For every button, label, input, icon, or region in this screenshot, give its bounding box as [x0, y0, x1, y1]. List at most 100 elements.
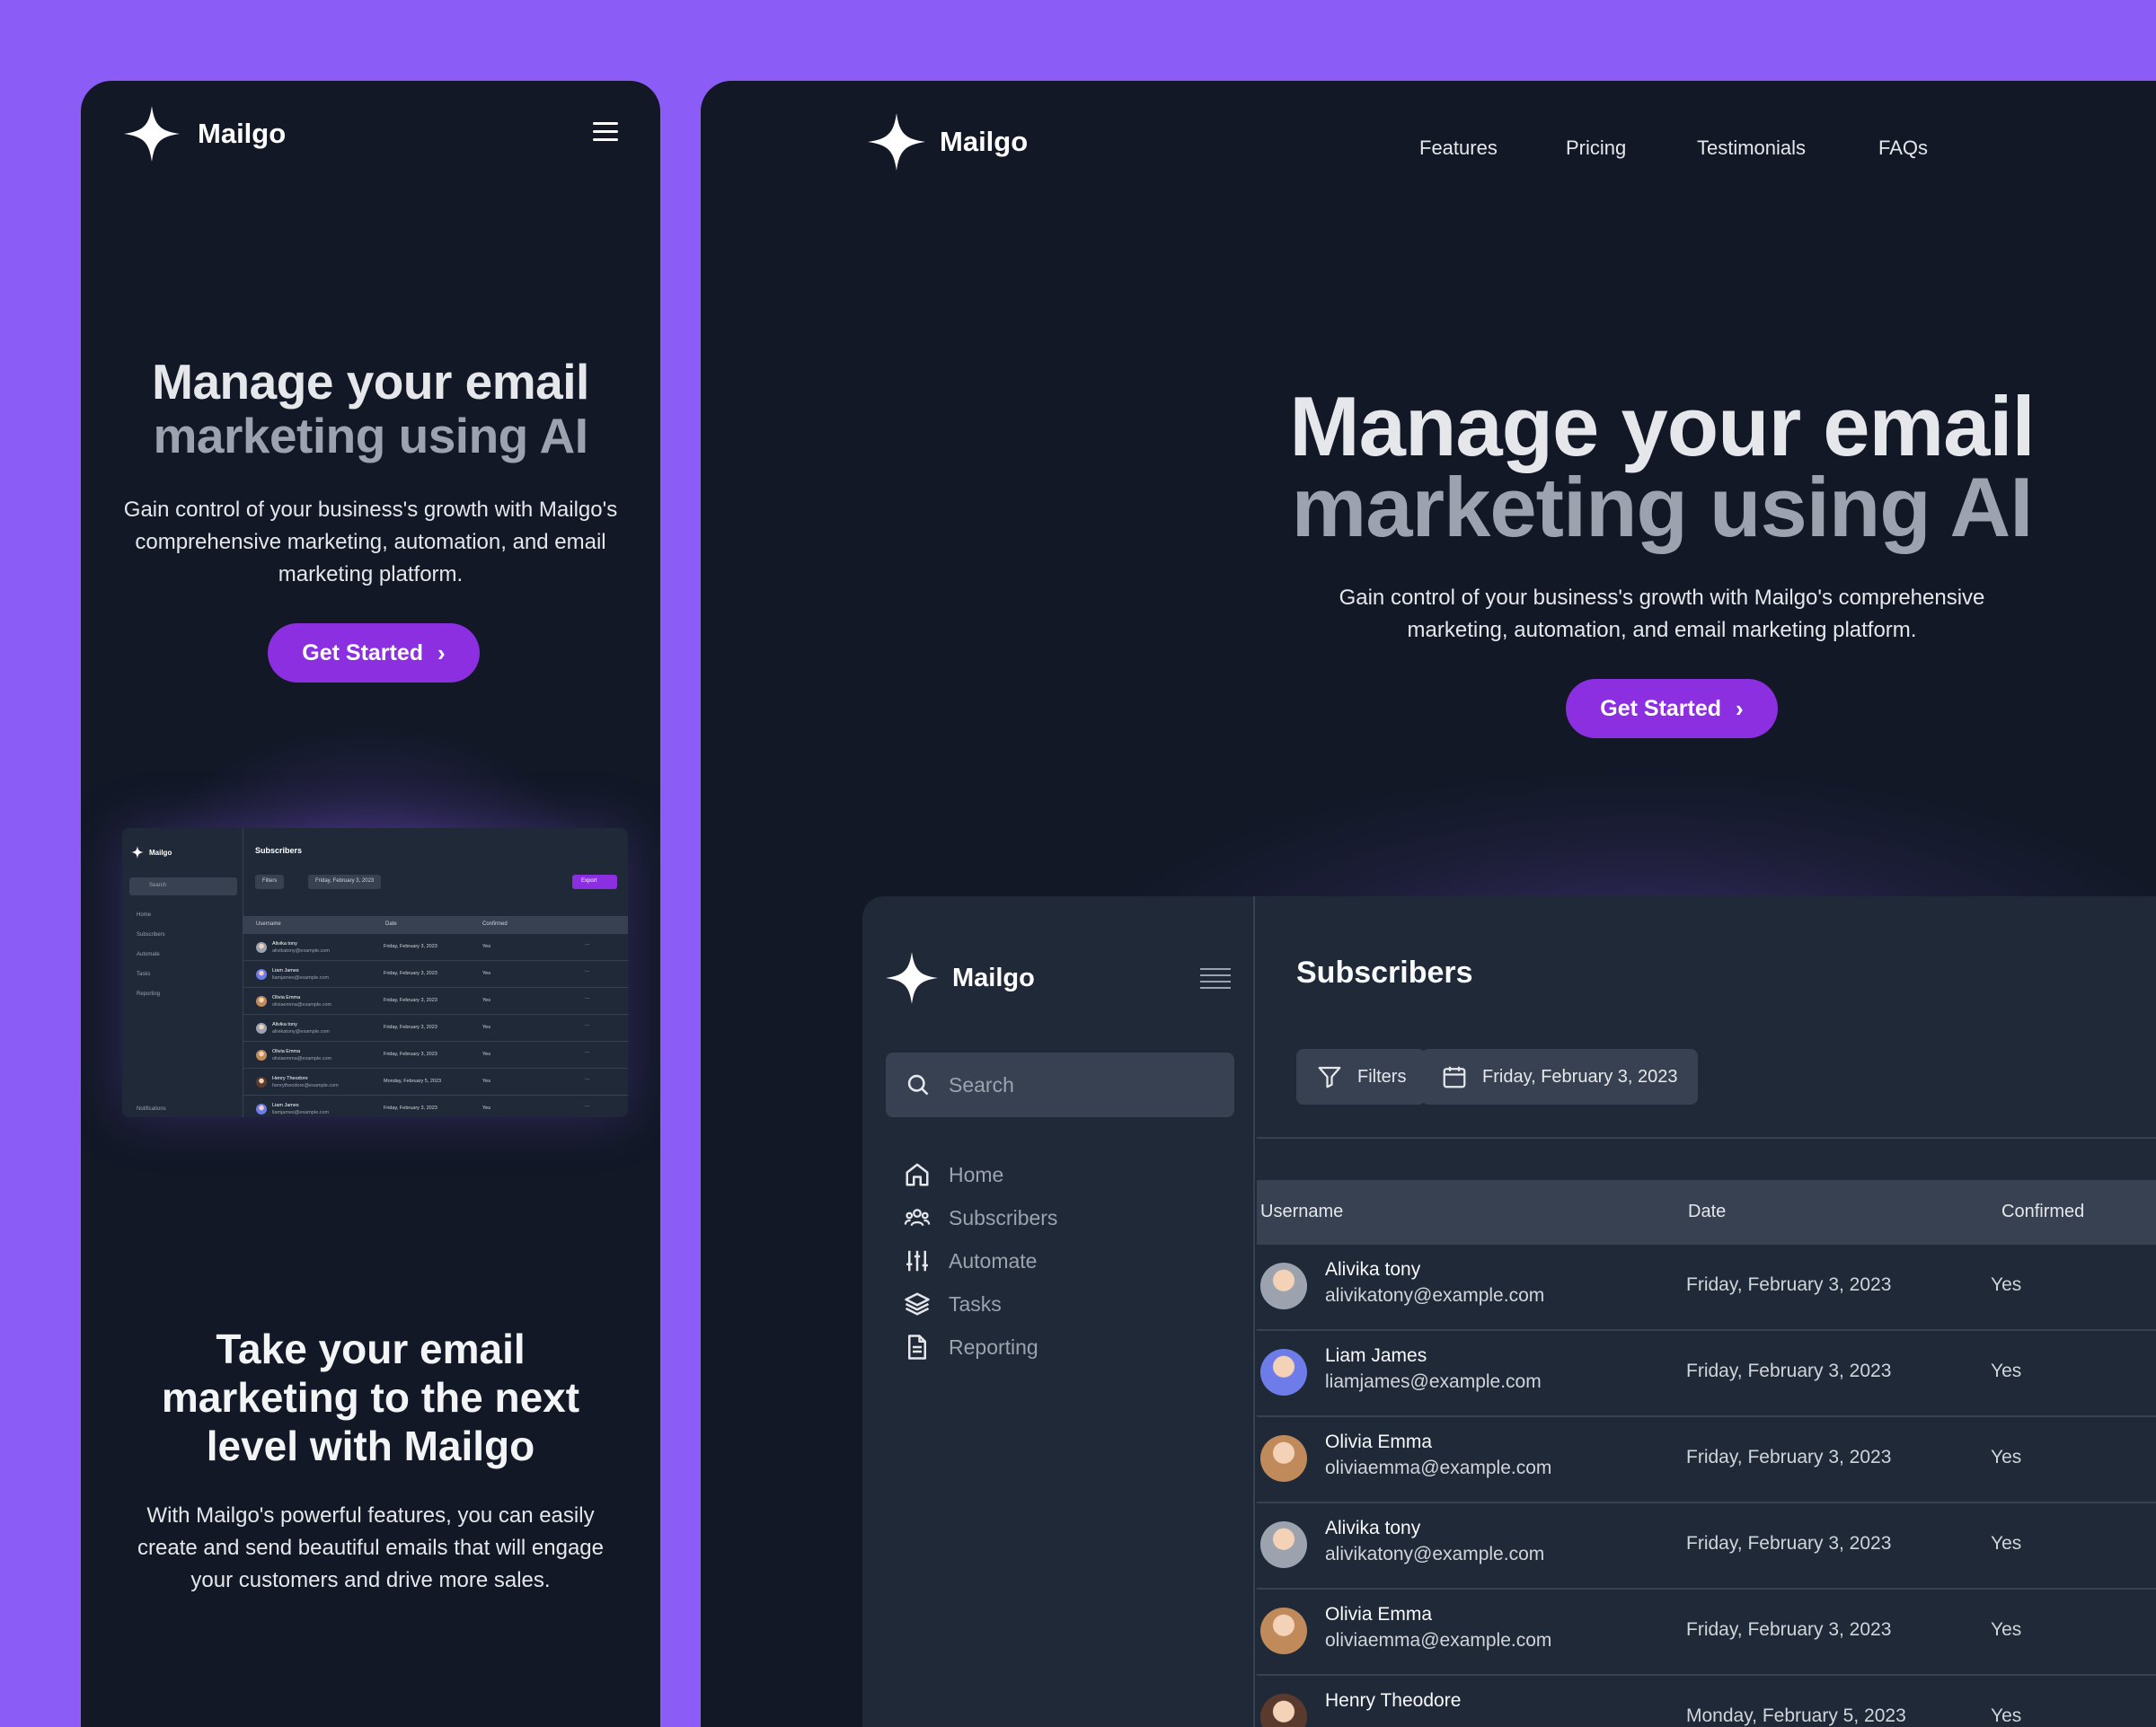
menu-icon[interactable] — [1200, 968, 1231, 990]
section-title: Take your email marketing to the next le… — [161, 1326, 580, 1469]
mobile-logo[interactable]: Mailgo — [124, 106, 286, 162]
preview-date-cell: Friday, February 3, 2023 — [384, 944, 437, 949]
nav-features[interactable]: Features — [1419, 137, 1498, 160]
filter-icon — [1318, 1066, 1341, 1088]
username: Alivika tony — [1325, 1518, 1421, 1538]
username: Alivika tony — [1325, 1259, 1421, 1280]
more-icon: ··· — [585, 1077, 590, 1082]
preview-row: Henry Theodore henrytheodore@example.com M… — [243, 1069, 628, 1096]
preview-email: henrytheodore@example.com — [272, 1083, 339, 1088]
table-row[interactable]: Liam James liamjames@example.com Friday, F… — [1257, 1331, 2156, 1417]
desktop-logo[interactable]: Mailgo — [868, 113, 1028, 171]
hero-title-line2: marketing using AI — [1291, 460, 2034, 554]
table-row[interactable]: Alivika tony alivikatony@example.com Frida… — [1257, 1245, 2156, 1331]
calendar-icon — [1443, 1066, 1466, 1088]
col-confirmed: Confirmed — [2001, 1202, 2085, 1221]
sidebar-item-reporting[interactable]: Reporting — [904, 1329, 1038, 1365]
table-row[interactable]: Henry Theodore Monday, February 5, 2023 Ye… — [1257, 1676, 2156, 1727]
preview-date-cell: Friday, February 3, 2023 — [384, 971, 437, 976]
search-icon — [907, 1074, 929, 1096]
filters-label: Filters — [1357, 1066, 1407, 1087]
preview-title: Subscribers — [255, 846, 303, 855]
document-icon — [908, 1335, 926, 1360]
hero-subtitle: Gain control of your business's growth w… — [1339, 586, 1985, 642]
date-cell: Friday, February 3, 2023 — [1686, 1619, 1892, 1640]
sparkle-logo-icon — [131, 846, 144, 859]
preview-confirmed-cell: Yes — [482, 1025, 490, 1030]
preview-nav-home: Home — [137, 912, 152, 918]
preview-col-date: Date — [385, 921, 397, 927]
preview-col-username: Username — [256, 921, 281, 927]
get-started-label: Get Started — [302, 639, 424, 665]
username: Olivia Emma — [1325, 1604, 1433, 1625]
more-icon: ··· — [585, 942, 590, 947]
preview-date-cell: Friday, February 3, 2023 — [384, 1052, 437, 1057]
preview-username: Liam James — [272, 1103, 299, 1108]
confirmed-cell: Yes — [1991, 1619, 2022, 1640]
preview-col-confirmed: Confirmed — [482, 921, 508, 927]
preview-confirmed-cell: Yes — [482, 1052, 490, 1057]
get-started-button[interactable]: Get Started › — [1566, 679, 1778, 738]
date-cell: Friday, February 3, 2023 — [1686, 1447, 1892, 1467]
app-logo[interactable]: Mailgo — [886, 952, 1035, 1004]
username: Liam James — [1325, 1345, 1427, 1366]
nav-pricing[interactable]: Pricing — [1566, 137, 1626, 160]
date-picker-button[interactable]: Friday, February 3, 2023 — [1421, 1049, 1698, 1105]
confirmed-cell: Yes — [1991, 1533, 2022, 1554]
sidebar-item-subscribers[interactable]: Subscribers — [904, 1200, 1057, 1236]
preview-nav-automate: Automate — [137, 952, 160, 957]
sidebar-item-home[interactable]: Home — [904, 1157, 1003, 1193]
preview-export: Export — [572, 875, 617, 889]
sparkle-logo-icon — [868, 113, 925, 171]
preview-username: Olivia Emma — [272, 995, 301, 1000]
hero-subtitle: Gain control of your business's growth w… — [123, 498, 618, 586]
search-input[interactable]: Search — [886, 1053, 1234, 1117]
get-started-button[interactable]: Get Started › — [268, 623, 480, 683]
app-main: Subscribers Filters Friday, February 3, … — [1257, 896, 2156, 1727]
more-icon: ··· — [585, 969, 590, 974]
app-brand-name: Mailgo — [952, 963, 1035, 992]
date-cell: Monday, February 5, 2023 — [1686, 1705, 1906, 1726]
table-row[interactable]: Alivika tony alivikatony@example.com Frida… — [1257, 1503, 2156, 1590]
avatar — [256, 1050, 267, 1061]
sidebar-label-home: Home — [949, 1162, 1004, 1186]
preview-email: liamjames@example.com — [272, 1110, 330, 1115]
avatar — [1260, 1349, 1307, 1396]
preview-confirmed-cell: Yes — [482, 1079, 490, 1084]
preview-filters: Filters — [255, 875, 285, 889]
table-row[interactable]: Olivia Emma oliviaemma@example.com Friday,… — [1257, 1417, 2156, 1503]
avatar — [1260, 1608, 1307, 1654]
desktop-panel: Mailgo Features Pricing Testimonials FAQ… — [701, 81, 2156, 1727]
filters-button[interactable]: Filters — [1296, 1049, 1427, 1105]
sidebar-item-automate[interactable]: Automate — [904, 1243, 1037, 1279]
sidebar-label-tasks: Tasks — [949, 1291, 1002, 1316]
home-icon — [906, 1163, 929, 1186]
sidebar-item-tasks[interactable]: Tasks — [904, 1286, 1002, 1322]
preview-row: Olivia Emma oliviaemma@example.com Friday,… — [243, 988, 628, 1015]
divider — [1257, 1137, 2156, 1139]
avatar — [256, 969, 267, 980]
avatar — [1260, 1435, 1307, 1482]
preview-search: Search — [129, 877, 237, 895]
preview-confirmed-cell: Yes — [482, 998, 490, 1003]
sparkle-logo-icon — [124, 106, 180, 162]
date-cell: Friday, February 3, 2023 — [1686, 1361, 1892, 1381]
sidebar-label-automate: Automate — [949, 1248, 1038, 1273]
sliders-icon — [906, 1250, 928, 1272]
date-cell: Friday, February 3, 2023 — [1686, 1533, 1892, 1554]
preview-date-cell: Friday, February 3, 2023 — [384, 998, 437, 1003]
search-placeholder: Search — [949, 1072, 1014, 1097]
table-header: Username Date Confirmed — [1257, 1180, 2156, 1245]
avatar — [1260, 1694, 1307, 1727]
preview-row: Alivika tony alivikatony@example.com Frida… — [243, 934, 628, 961]
nav-testimonials[interactable]: Testimonials — [1697, 137, 1806, 160]
email: alivikatony@example.com — [1325, 1544, 1545, 1564]
nav-faqs[interactable]: FAQs — [1878, 137, 1928, 160]
avatar — [1260, 1521, 1307, 1568]
more-icon: ··· — [585, 996, 590, 1001]
hero-title: Manage your email marketing using AI — [81, 355, 660, 463]
preview-sidebar: Mailgo Search Home Subscribers Automate … — [122, 828, 243, 1117]
table-row[interactable]: Olivia Emma oliviaemma@example.com Friday,… — [1257, 1590, 2156, 1676]
brand-name: Mailgo — [940, 126, 1029, 157]
hamburger-menu-icon[interactable] — [593, 122, 618, 142]
